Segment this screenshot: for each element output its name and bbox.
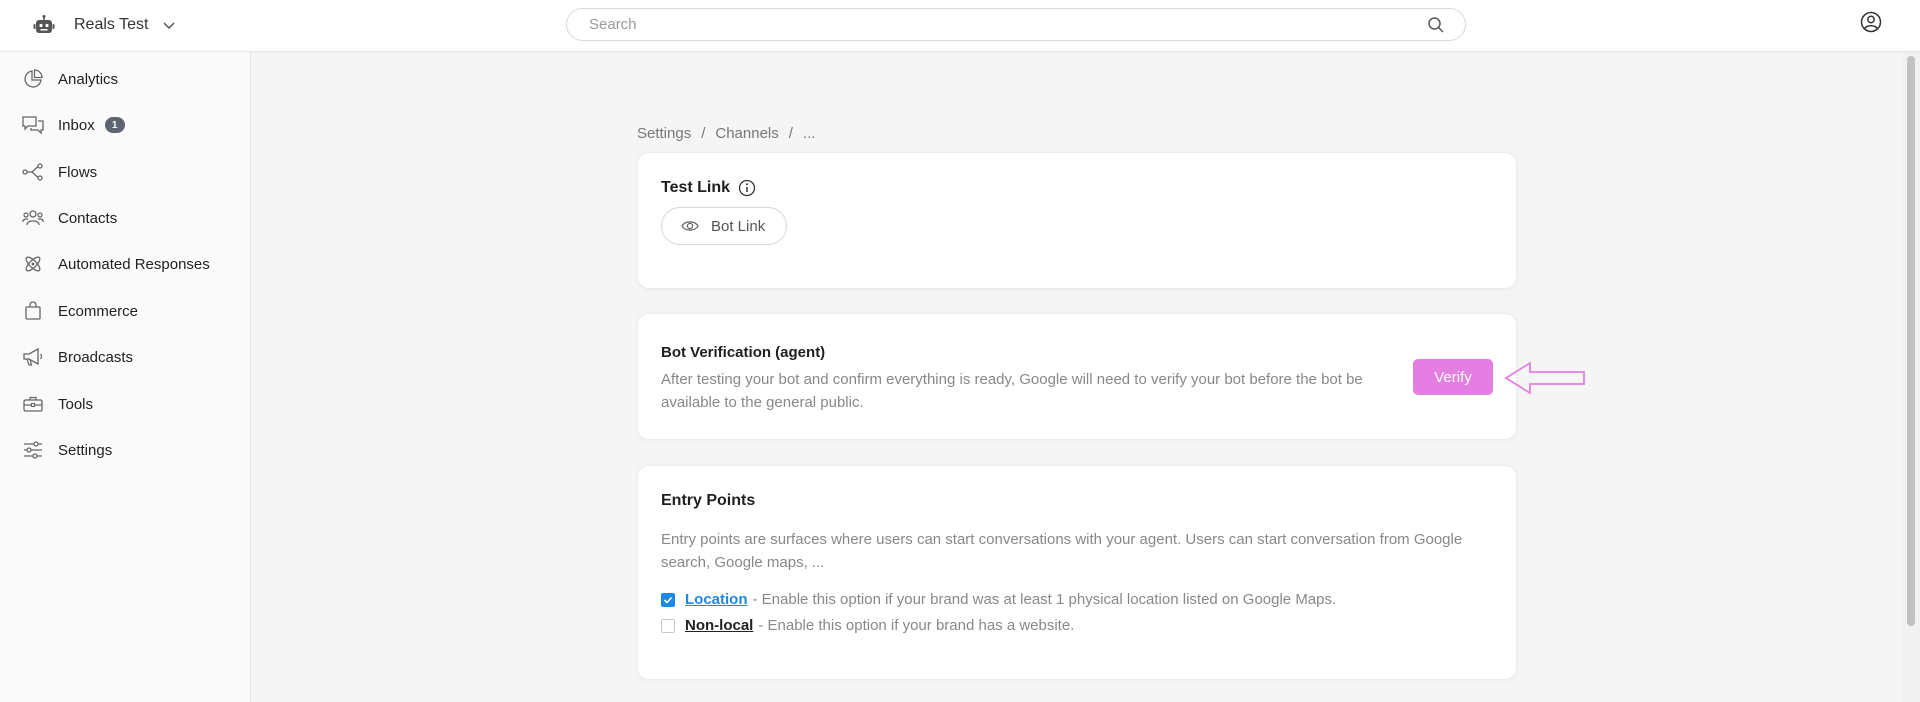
- breadcrumb-channels[interactable]: Channels: [715, 125, 778, 142]
- non-local-link[interactable]: Non-local: [685, 617, 753, 634]
- test-link-card: Test Link Bot Link: [637, 152, 1517, 289]
- chevron-down-icon: [162, 18, 176, 32]
- location-link[interactable]: Location: [685, 591, 748, 608]
- sidebar-item-contacts[interactable]: Contacts: [22, 203, 117, 233]
- bot-verification-card: Bot Verification (agent) After testing y…: [637, 313, 1517, 440]
- location-checkbox[interactable]: [661, 592, 675, 607]
- sidebar-item-analytics[interactable]: Analytics: [22, 64, 118, 94]
- sliders-icon: [22, 439, 44, 461]
- entry-points-title: Entry Points: [661, 492, 756, 509]
- vertical-scrollbar[interactable]: [1902, 52, 1920, 702]
- breadcrumb: Settings / Channels / ...: [637, 125, 815, 142]
- breadcrumb-separator: /: [788, 125, 793, 142]
- bot-link-button[interactable]: Bot Link: [661, 207, 787, 245]
- robot-icon: [32, 13, 56, 37]
- entry-points-description: Entry points are surfaces where users ca…: [661, 531, 1463, 571]
- flows-icon: [22, 161, 44, 183]
- annotation-arrow-icon: [1504, 361, 1585, 395]
- sidebar-item-label: Automated Responses: [58, 255, 210, 273]
- sidebar-item-tools[interactable]: Tools: [22, 389, 93, 419]
- analytics-icon: [22, 68, 44, 90]
- entry-point-option-location: Location - Enable this option if your br…: [661, 591, 1336, 608]
- sidebar: Analytics Inbox 1 Flows Contacts Automat…: [0, 52, 251, 702]
- sidebar-item-automated-responses[interactable]: Automated Responses: [22, 249, 210, 279]
- eye-icon: [681, 217, 699, 235]
- bot-link-label: Bot Link: [711, 217, 766, 235]
- workspace-switcher[interactable]: Reals Test: [32, 10, 176, 40]
- breadcrumb-current: ...: [802, 125, 816, 142]
- user-account-icon[interactable]: [1860, 11, 1882, 33]
- sidebar-item-label: Settings: [58, 441, 113, 459]
- entry-points-card: Entry Points Entry points are surfaces w…: [637, 465, 1517, 680]
- location-description: - Enable this option if your brand was a…: [752, 591, 1337, 608]
- sidebar-item-label: Analytics: [58, 70, 119, 88]
- sidebar-item-label: Ecommerce: [58, 302, 139, 320]
- sidebar-item-ecommerce[interactable]: Ecommerce: [22, 296, 138, 326]
- search-input[interactable]: [589, 9, 1409, 40]
- breadcrumb-separator: /: [701, 125, 706, 142]
- sidebar-item-label: Inbox: [58, 116, 95, 134]
- search-bar: [566, 8, 1466, 41]
- top-bar: Reals Test: [0, 0, 1920, 52]
- contacts-icon: [22, 207, 44, 229]
- non-local-checkbox[interactable]: [661, 618, 675, 633]
- sidebar-item-settings[interactable]: Settings: [22, 435, 112, 465]
- sidebar-item-broadcasts[interactable]: Broadcasts: [22, 342, 133, 372]
- sidebar-item-flows[interactable]: Flows: [22, 157, 97, 187]
- bot-verification-description: After testing your bot and confirm every…: [661, 371, 1363, 411]
- unread-count-badge: 1: [104, 117, 125, 133]
- info-icon[interactable]: [738, 179, 756, 197]
- verify-button[interactable]: Verify: [1413, 359, 1493, 395]
- sidebar-item-label: Contacts: [58, 209, 118, 227]
- search-icon[interactable]: [1427, 16, 1445, 34]
- workspace-name: Reals Test: [74, 16, 149, 33]
- scrollbar-thumb[interactable]: [1907, 56, 1915, 626]
- non-local-description: - Enable this option if your brand has a…: [758, 617, 1075, 634]
- inbox-icon: [22, 114, 44, 136]
- bot-verification-title: Bot Verification (agent): [661, 344, 826, 361]
- entry-point-option-non-local: Non-local - Enable this option if your b…: [661, 617, 1074, 634]
- breadcrumb-settings[interactable]: Settings: [637, 125, 691, 142]
- sidebar-item-label: Tools: [58, 395, 94, 413]
- sidebar-item-label: Flows: [58, 163, 98, 181]
- test-link-heading: Test Link: [661, 179, 756, 197]
- test-link-title: Test Link: [661, 179, 731, 196]
- sidebar-item-inbox[interactable]: Inbox 1: [22, 110, 125, 140]
- shopping-bag-icon: [22, 300, 44, 322]
- toolbox-icon: [22, 393, 44, 415]
- megaphone-icon: [22, 346, 44, 368]
- automated-responses-icon: [22, 253, 44, 275]
- sidebar-item-label: Broadcasts: [58, 348, 134, 366]
